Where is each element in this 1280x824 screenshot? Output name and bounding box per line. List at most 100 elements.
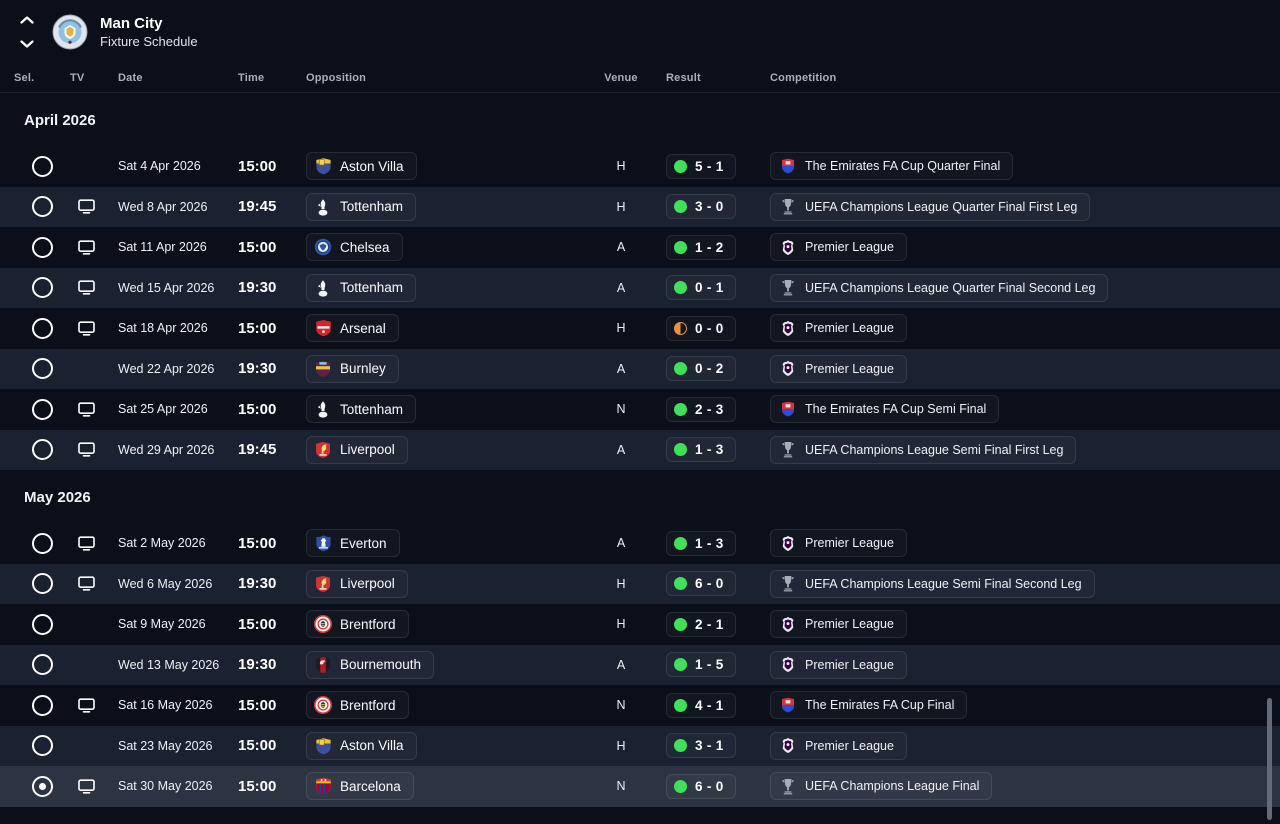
fixture-row[interactable]: Wed 13 May 2026 19:30 Bournemouth A 1 - … bbox=[0, 644, 1280, 685]
fixture-row[interactable]: Sat 11 Apr 2026 15:00 Chelsea A 1 - 2 Pr… bbox=[0, 227, 1280, 268]
fixture-row[interactable]: Wed 29 Apr 2026 19:45 Liverpool A 1 - 3 … bbox=[0, 429, 1280, 470]
opposition-chip[interactable]: Chelsea bbox=[306, 233, 403, 262]
competition-chip[interactable]: Premier League bbox=[770, 650, 907, 679]
result-score: 4 - 1 bbox=[695, 697, 724, 713]
fixture-row[interactable]: Wed 6 May 2026 19:30 Liverpool H 6 - 0 U… bbox=[0, 563, 1280, 604]
competition-chip[interactable]: The Emirates FA Cup Semi Final bbox=[770, 395, 1000, 424]
competition-chip[interactable]: The Emirates FA Cup Final bbox=[770, 691, 968, 720]
select-radio[interactable] bbox=[14, 317, 70, 339]
competition-chip[interactable]: UEFA Champions League Final bbox=[770, 772, 993, 801]
competition-chip[interactable]: The Emirates FA Cup Quarter Final bbox=[770, 152, 1014, 181]
result-outcome-dot bbox=[674, 362, 687, 376]
select-radio[interactable] bbox=[14, 236, 70, 258]
select-radio[interactable] bbox=[14, 196, 70, 218]
result-chip[interactable]: 1 - 5 bbox=[666, 652, 736, 678]
competition-chip[interactable]: Premier League bbox=[770, 529, 907, 558]
fixture-venue: A bbox=[616, 361, 626, 376]
select-radio[interactable] bbox=[14, 654, 70, 676]
fixture-time: 15:00 bbox=[238, 400, 277, 418]
opposition-chip[interactable]: Burnley bbox=[306, 354, 399, 383]
opposition-chip[interactable]: Tottenham bbox=[306, 395, 417, 424]
champions-league-icon bbox=[779, 198, 797, 216]
select-radio[interactable] bbox=[14, 775, 70, 797]
result-chip[interactable]: 5 - 1 bbox=[666, 153, 736, 179]
fixture-row[interactable]: Sat 25 Apr 2026 15:00 Tottenham N 2 - 3 … bbox=[0, 389, 1280, 430]
select-radio[interactable] bbox=[14, 532, 70, 554]
result-chip[interactable]: 6 - 0 bbox=[666, 773, 736, 799]
select-radio[interactable] bbox=[14, 398, 70, 420]
column-header-tv: TV bbox=[70, 72, 85, 84]
fixture-row[interactable]: Wed 8 Apr 2026 19:45 Tottenham H 3 - 0 U… bbox=[0, 186, 1280, 227]
result-chip[interactable]: 3 - 0 bbox=[666, 194, 736, 220]
select-radio[interactable] bbox=[14, 573, 70, 595]
competition-name: Premier League bbox=[805, 361, 894, 376]
page-title: Man City bbox=[100, 15, 163, 32]
champions-league-icon bbox=[779, 777, 797, 795]
fixture-time: 15:00 bbox=[238, 615, 277, 633]
fixture-row[interactable]: Sat 9 May 2026 15:00 Brentford H 2 - 1 P… bbox=[0, 604, 1280, 645]
fixture-time: 19:30 bbox=[238, 575, 277, 593]
barcelona-badge bbox=[314, 777, 332, 795]
fixture-row[interactable]: Sat 4 Apr 2026 15:00 Aston Villa H 5 - 1… bbox=[0, 146, 1280, 187]
fixture-row[interactable]: Sat 18 Apr 2026 15:00 Arsenal H 0 - 0 Pr… bbox=[0, 308, 1280, 349]
result-chip[interactable]: 0 - 0 bbox=[666, 315, 736, 341]
opposition-chip[interactable]: Arsenal bbox=[306, 314, 399, 343]
result-chip[interactable]: 0 - 1 bbox=[666, 275, 736, 301]
fixture-row[interactable]: Wed 15 Apr 2026 19:30 Tottenham A 0 - 1 … bbox=[0, 267, 1280, 308]
chevron-up-icon[interactable] bbox=[20, 11, 34, 29]
result-chip[interactable]: 4 - 1 bbox=[666, 692, 736, 718]
result-outcome-dot bbox=[674, 443, 687, 457]
fixture-time: 15:00 bbox=[238, 319, 277, 337]
competition-chip[interactable]: Premier League bbox=[770, 314, 907, 343]
column-headers: Sel. TV Date Time Opposition Venue Resul… bbox=[0, 64, 1280, 93]
opposition-chip[interactable]: Everton bbox=[306, 529, 400, 558]
chevron-down-icon[interactable] bbox=[20, 35, 34, 53]
result-score: 6 - 0 bbox=[695, 576, 724, 592]
result-chip[interactable]: 0 - 2 bbox=[666, 356, 736, 382]
opposition-chip[interactable]: Tottenham bbox=[306, 273, 417, 302]
result-chip[interactable]: 2 - 3 bbox=[666, 396, 736, 422]
competition-chip[interactable]: UEFA Champions League Semi Final First L… bbox=[770, 435, 1077, 464]
opposition-chip[interactable]: Brentford bbox=[306, 691, 409, 720]
brentford-badge bbox=[314, 615, 332, 634]
select-radio[interactable] bbox=[14, 694, 70, 716]
opposition-chip[interactable]: Barcelona bbox=[306, 772, 414, 801]
competition-chip[interactable]: UEFA Champions League Quarter Final Seco… bbox=[770, 273, 1109, 302]
result-chip[interactable]: 1 - 3 bbox=[666, 437, 736, 463]
select-radio[interactable] bbox=[14, 277, 70, 299]
select-radio[interactable] bbox=[14, 358, 70, 380]
vertical-scrollbar[interactable] bbox=[1267, 698, 1272, 820]
opposition-chip[interactable]: Liverpool bbox=[306, 435, 408, 464]
fixture-row[interactable]: Sat 2 May 2026 15:00 Everton A 1 - 3 Pre… bbox=[0, 523, 1280, 564]
opposition-chip[interactable]: Tottenham bbox=[306, 192, 417, 221]
fixture-row[interactable]: Sat 16 May 2026 15:00 Brentford N 4 - 1 … bbox=[0, 685, 1280, 726]
select-radio[interactable] bbox=[14, 735, 70, 757]
opposition-chip[interactable]: Brentford bbox=[306, 610, 409, 639]
select-radio[interactable] bbox=[14, 155, 70, 177]
select-radio[interactable] bbox=[14, 613, 70, 635]
result-chip[interactable]: 3 - 1 bbox=[666, 733, 736, 759]
column-header-sel: Sel. bbox=[14, 72, 35, 84]
fixture-time: 15:00 bbox=[238, 777, 277, 795]
result-chip[interactable]: 2 - 1 bbox=[666, 611, 736, 637]
opposition-chip[interactable]: Bournemouth bbox=[306, 650, 435, 679]
opposition-chip[interactable]: Aston Villa bbox=[306, 152, 417, 181]
opposition-name: Liverpool bbox=[340, 442, 395, 458]
competition-chip[interactable]: Premier League bbox=[770, 233, 907, 262]
opposition-chip[interactable]: Aston Villa bbox=[306, 731, 417, 760]
fixture-row[interactable]: Sat 30 May 2026 15:00 Barcelona N 6 - 0 … bbox=[0, 766, 1280, 807]
competition-chip[interactable]: Premier League bbox=[770, 354, 907, 383]
fixture-row[interactable]: Sat 23 May 2026 15:00 Aston Villa H 3 - … bbox=[0, 725, 1280, 766]
fixture-row[interactable]: Wed 22 Apr 2026 19:30 Burnley A 0 - 2 Pr… bbox=[0, 348, 1280, 389]
competition-chip[interactable]: UEFA Champions League Quarter Final Firs… bbox=[770, 192, 1091, 221]
fixture-venue: H bbox=[616, 738, 626, 753]
competition-chip[interactable]: UEFA Champions League Semi Final Second … bbox=[770, 569, 1095, 598]
result-chip[interactable]: 1 - 2 bbox=[666, 234, 736, 260]
select-radio[interactable] bbox=[14, 439, 70, 461]
competition-chip[interactable]: Premier League bbox=[770, 610, 907, 639]
opposition-chip[interactable]: Liverpool bbox=[306, 569, 408, 598]
result-chip[interactable]: 6 - 0 bbox=[666, 571, 736, 597]
competition-chip[interactable]: Premier League bbox=[770, 731, 907, 760]
everton-badge bbox=[314, 534, 332, 552]
result-chip[interactable]: 1 - 3 bbox=[666, 530, 736, 556]
